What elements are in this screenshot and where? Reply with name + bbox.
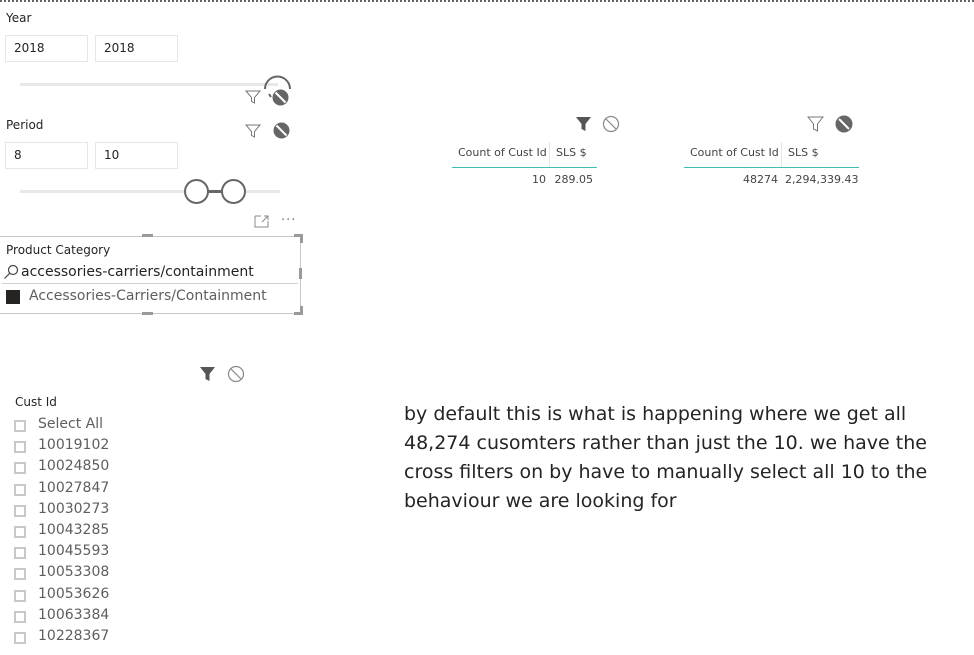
resize-handle-top-right-v[interactable] xyxy=(300,234,303,243)
header-underline xyxy=(452,167,597,168)
header-underline xyxy=(684,167,859,168)
product-category-title: Product Category xyxy=(6,243,111,257)
period-slider-start-thumb[interactable] xyxy=(184,179,210,204)
block-filled-icon[interactable] xyxy=(272,89,289,106)
year-slicer-title: Year xyxy=(6,11,32,25)
list-item-label[interactable]: 10045593 xyxy=(38,543,109,559)
filter-outline-icon[interactable] xyxy=(245,89,261,105)
canvas-top-border xyxy=(0,0,974,2)
block-outline-icon[interactable] xyxy=(602,115,620,133)
list-item-label[interactable]: 10024850 xyxy=(38,458,109,474)
annotation-text-box: by default this is what is happening whe… xyxy=(404,403,928,512)
column-divider xyxy=(781,142,782,167)
list-item-label[interactable]: 10053308 xyxy=(38,564,109,580)
cust-id-title: Cust Id xyxy=(15,395,57,409)
search-icon xyxy=(4,264,19,279)
list-item-label[interactable]: 10228367 xyxy=(38,628,109,644)
period-slicer-title: Period xyxy=(6,118,44,132)
list-item-label[interactable]: 10043285 xyxy=(38,522,109,538)
block-filled-icon[interactable] xyxy=(835,115,853,133)
period-slider-end-thumb[interactable] xyxy=(220,179,246,204)
column-header-sls[interactable]: SLS $ xyxy=(788,146,819,159)
list-item-label[interactable]: 10053626 xyxy=(38,586,109,602)
product-category-checkbox-checked[interactable] xyxy=(6,290,20,304)
filter-outline-icon[interactable] xyxy=(807,116,824,132)
cell-count-cust-id: 10 xyxy=(532,173,546,186)
focus-mode-icon[interactable] xyxy=(254,215,269,228)
list-item-label[interactable]: 10027847 xyxy=(38,480,109,496)
column-header-count-cust-id[interactable]: Count of Cust Id xyxy=(458,146,547,159)
year-slider-track[interactable] xyxy=(20,83,278,86)
checkbox[interactable] xyxy=(14,632,26,644)
product-category-item-label[interactable]: Accessories-Carriers/Containment xyxy=(29,288,267,304)
cell-sls: 289.05 xyxy=(554,173,594,186)
period-start-input[interactable]: 8 xyxy=(5,142,88,169)
product-category-search-input[interactable]: accessories-carriers/containment xyxy=(21,264,254,280)
filter-filled-icon[interactable] xyxy=(575,116,592,132)
year-start-input[interactable]: 2018 xyxy=(5,35,88,62)
checkbox[interactable] xyxy=(14,547,26,559)
checkbox[interactable] xyxy=(14,526,26,538)
column-header-count-cust-id[interactable]: Count of Cust Id xyxy=(690,146,779,159)
list-item-label[interactable]: 10063384 xyxy=(38,607,109,623)
checkbox[interactable] xyxy=(14,568,26,580)
resize-handle-top[interactable] xyxy=(142,234,153,237)
checkbox[interactable] xyxy=(14,420,26,432)
column-divider xyxy=(549,142,550,167)
checkbox[interactable] xyxy=(14,462,26,474)
resize-handle-bottom[interactable] xyxy=(142,312,153,315)
search-underline xyxy=(2,283,298,284)
resize-handle-right[interactable] xyxy=(299,268,302,279)
checkbox[interactable] xyxy=(14,441,26,453)
checkbox[interactable] xyxy=(14,484,26,496)
checkbox[interactable] xyxy=(14,590,26,602)
list-item-label[interactable]: 10030273 xyxy=(38,501,109,517)
list-item-label[interactable]: 10019102 xyxy=(38,437,109,453)
cell-count-cust-id: 48274 xyxy=(743,173,778,186)
more-options-icon[interactable]: ··· xyxy=(281,213,296,228)
filter-outline-icon[interactable] xyxy=(245,123,261,139)
cell-sls: 2,294,339.43 xyxy=(785,173,859,186)
period-end-input[interactable]: 10 xyxy=(95,142,178,169)
block-filled-icon[interactable] xyxy=(273,122,290,139)
list-item-label[interactable]: Select All xyxy=(38,416,103,432)
block-outline-icon[interactable] xyxy=(227,365,245,383)
resize-handle-bottom-right-v[interactable] xyxy=(300,306,303,315)
checkbox[interactable] xyxy=(14,505,26,517)
year-end-input[interactable]: 2018 xyxy=(95,35,178,62)
column-header-sls[interactable]: SLS $ xyxy=(556,146,587,159)
filter-filled-icon[interactable] xyxy=(199,366,216,382)
checkbox[interactable] xyxy=(14,611,26,623)
